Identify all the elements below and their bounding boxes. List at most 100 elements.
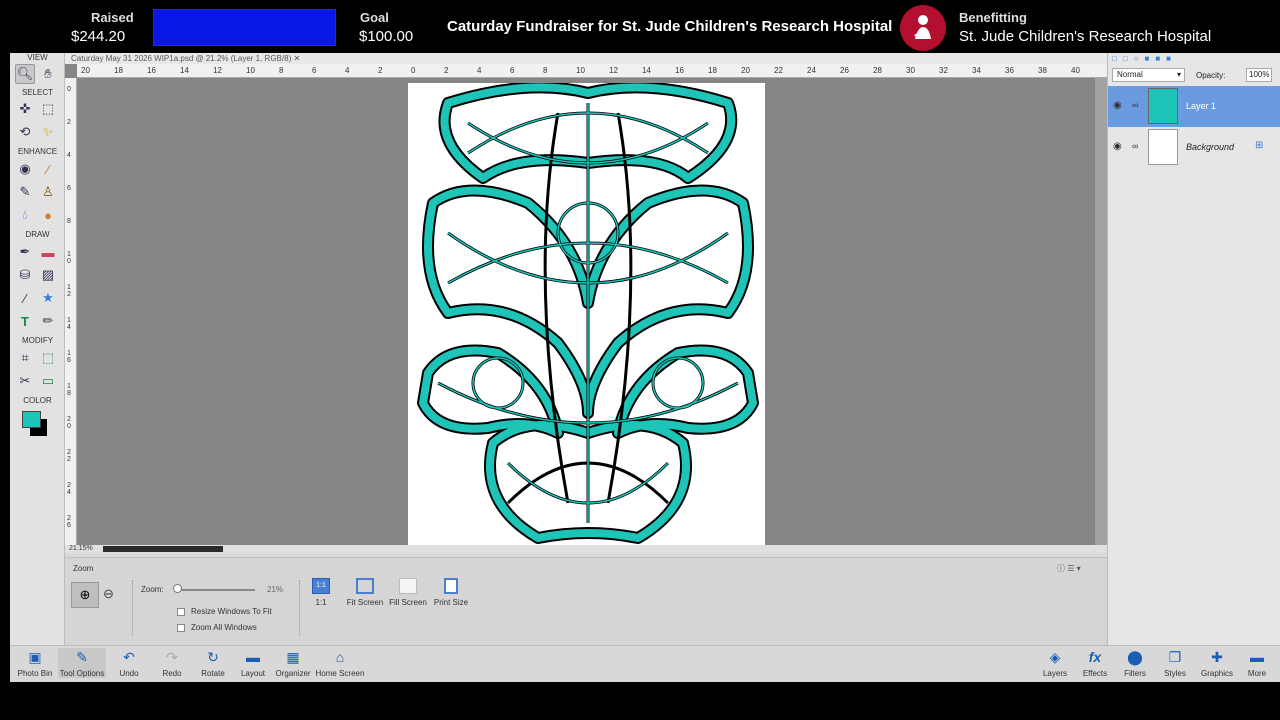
more-button[interactable]: ▬ More [1242,648,1272,678]
recompose-tool[interactable]: ⬚ [38,348,58,368]
eye-icon: ◉ [19,161,31,176]
foreground-color-swatch[interactable] [22,411,41,428]
filters-button[interactable]: ⬤ Filters [1120,648,1150,679]
straighten-tool[interactable]: ▭ [38,371,58,391]
content-aware-move-tool[interactable]: ✂︎ [15,371,35,391]
photo-bin-button[interactable]: ▣ Photo Bin [14,648,56,679]
checkbox-box [177,607,185,616]
hand-icon: ✋︎ [44,66,52,81]
styles-button[interactable]: ❐ Styles [1160,648,1190,679]
ruler-tick-label: 30 [906,66,915,75]
ruler-tick-label: 2 4 [67,482,71,496]
visibility-eye-icon[interactable]: ◉ [1113,100,1122,111]
pencil-tool[interactable]: ✏︎ [38,311,58,331]
section-modify-label: MODIFY [21,336,54,345]
vertical-scrollbar[interactable] [1095,78,1107,545]
section-color-label: COLOR [23,396,52,405]
red-eye-tool[interactable]: ◉ [15,159,35,179]
hand-tool[interactable]: ✋︎ [38,64,58,84]
spot-healing-tool[interactable]: ∕ [38,159,58,179]
ruler-tick-label: 4 [345,66,350,75]
ruler-tick-label: 8 [67,218,71,225]
layer-row-layer-1[interactable]: ◉ ∞ Layer 1 [1108,86,1280,127]
home-icon: ⌂ [335,649,345,665]
ruler-tick-label: 6 [67,185,71,192]
sponge-icon: ● [44,207,52,223]
vertical-ruler: 024681 01 21 41 61 82 02 22 42 62 8 [65,78,77,545]
more-label: More [1247,669,1267,678]
organizer-label: Organizer [275,669,311,678]
gradient-tool[interactable]: ▨ [38,265,58,285]
sponge-tool[interactable]: ● [38,205,58,225]
layers-button[interactable]: ◈ Layers [1040,648,1070,679]
link-icon[interactable]: ∞ [1132,141,1138,151]
zoom-slider-track[interactable] [175,589,255,591]
styles-label: Styles [1164,669,1186,678]
layout-icon: ▬ [246,649,260,665]
home-screen-button[interactable]: ⌂ Home Screen [314,648,366,678]
zoom-out-button[interactable]: ⊖ [103,586,114,602]
zoom-all-windows-checkbox[interactable]: Zoom All Windows [177,623,257,632]
horizontal-scrollbar[interactable] [103,546,223,552]
layers-panel-toolbar-icons[interactable]: □□○■■■ [1112,54,1272,64]
redo-icon: ↷ [166,648,178,665]
tool-options-button[interactable]: ✎ Tool Options [58,648,106,678]
print-size-button[interactable]: Print Size [432,578,470,607]
crop-tool[interactable]: ⌗ [15,348,35,368]
tool-options-icon: ✎ [76,648,88,665]
organizer-button[interactable]: ▦ Organizer [274,648,312,679]
brush-tool[interactable]: ✒ [15,242,35,262]
ruler-tick-label: 2 [67,119,71,126]
beneficiary-name: St. Jude Children's Research Hospital [959,28,1212,45]
layer-row-background[interactable]: ◉ ∞ Background ⊞ [1108,127,1280,168]
fill-screen-button[interactable]: Fill Screen [387,578,429,607]
effects-button[interactable]: fx Effects [1080,648,1110,678]
paint-bucket-tool[interactable]: ⛁ [15,265,35,285]
eyedropper-tool[interactable]: ∕ [15,288,35,308]
zoom-in-button[interactable]: ⊕ [71,582,99,608]
blur-tool[interactable]: 💧︎ [15,205,35,225]
layout-button[interactable]: ▬ Layout [237,648,269,678]
section-draw-label: DRAW [25,230,50,239]
ruler-tick-label: 1 2 [67,284,71,298]
lasso-tool[interactable]: ⟲ [15,122,35,142]
raised-amount: $244.20 [71,28,126,45]
zoom-slider-thumb[interactable] [173,584,182,593]
rotate-button[interactable]: ↻ Rotate [197,648,229,679]
eraser-tool[interactable]: ▬ [38,242,58,262]
clone-stamp-tool[interactable]: ♙ [38,182,58,202]
lock-icon[interactable]: ⊞ [1255,140,1263,151]
document-tab-title: Caturday May 31 2026 WIP1a.psd @ 21.2% (… [71,54,292,63]
magic-wand-tool[interactable]: ✨︎ [38,122,58,142]
horizontal-ruler: 20 18 16 14 12 10 8 6 4 2 0 2 4 6 8 10 12 14 16 18 20 22 24 26 2… [77,64,1107,78]
marquee-tool[interactable]: ⬚ [38,99,58,119]
ruler-tick-label: 40 [1071,66,1080,75]
document-tab[interactable]: Caturday May 31 2026 WIP1a.psd @ 21.2% (… [65,53,1107,64]
shape-tool[interactable]: ★ [38,288,58,308]
type-tool[interactable]: T [15,311,35,331]
undo-button[interactable]: ↶ Undo [114,648,144,679]
ruler-tick-label: 38 [1038,66,1047,75]
redo-button[interactable]: ↷ Redo [157,648,187,679]
opacity-input[interactable]: 100% [1246,68,1272,82]
layers-icon: ◈ [1049,648,1061,665]
close-icon[interactable]: ✕ [293,54,300,63]
link-icon[interactable]: ∞ [1132,100,1138,110]
image-canvas[interactable] [408,81,765,545]
effects-label: Effects [1082,669,1108,678]
help-icon[interactable]: ⓘ ☰ ▾ [1057,563,1081,574]
zoom-tool[interactable]: 🔍︎ [15,64,35,84]
plus-icon: ✚ [1211,648,1223,665]
ruler-tick-label: 2 6 [67,515,71,529]
graphics-button[interactable]: ✚ Graphics [1200,648,1234,679]
one-to-one-button[interactable]: 1:1 1:1 [311,578,331,607]
document-area: Caturday May 31 2026 WIP1a.psd @ 21.2% (… [65,53,1107,553]
one-to-one-label: 1:1 [315,598,327,607]
resize-windows-checkbox[interactable]: Resize Windows To Fit [177,607,272,616]
visibility-eye-icon[interactable]: ◉ [1113,141,1122,152]
blend-mode-dropdown[interactable]: Normal ▾ [1112,68,1185,82]
move-tool[interactable]: ✜ [15,99,35,119]
fit-screen-button[interactable]: Fit Screen [346,578,384,607]
ruler-tick-label: 4 [67,152,71,159]
smart-brush-tool[interactable]: ✎ [15,182,35,202]
